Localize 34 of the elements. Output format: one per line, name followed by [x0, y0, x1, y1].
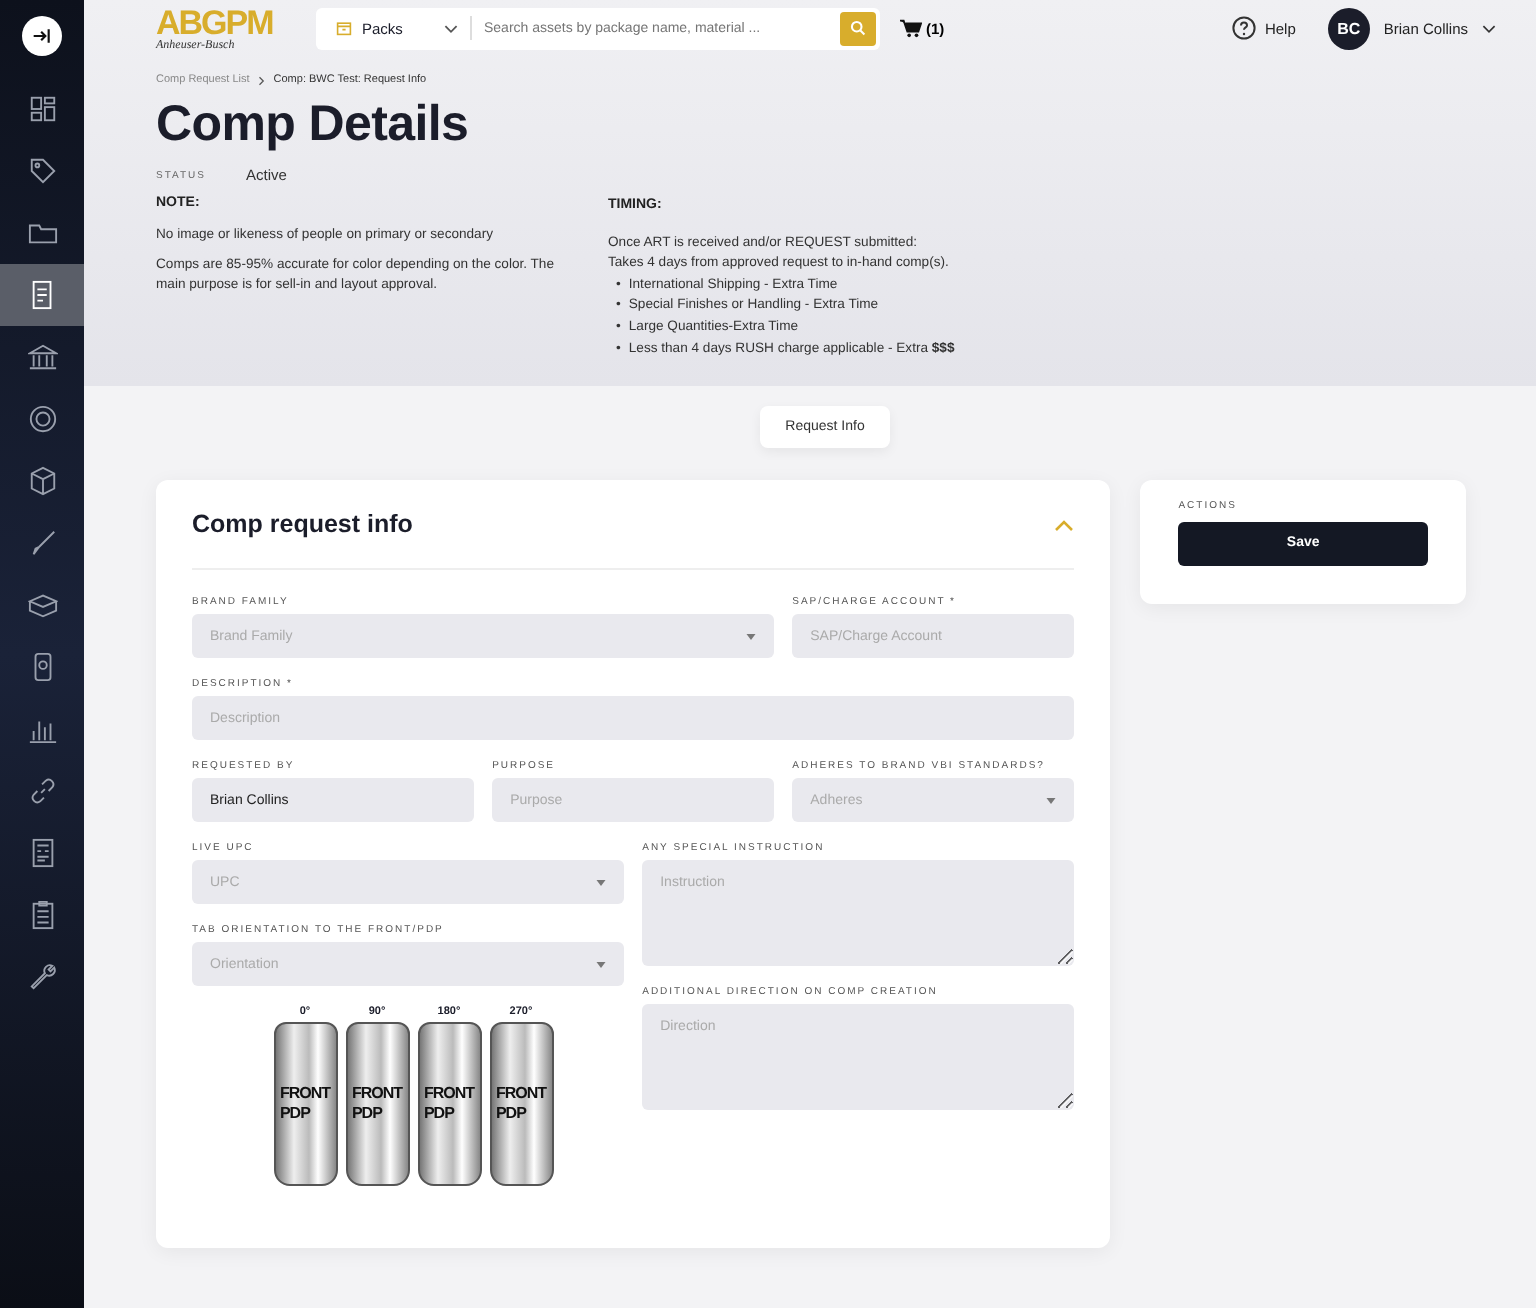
card-title: Comp request info	[192, 510, 413, 538]
caret-down-icon	[596, 961, 607, 967]
chevron-down-icon	[1482, 23, 1496, 33]
can-drawing: FRONT PDP	[273, 1022, 337, 1186]
wrench-icon	[27, 962, 57, 992]
link-icon	[27, 776, 57, 806]
brush-icon	[27, 528, 57, 558]
badge-icon	[27, 404, 57, 434]
cart-icon	[900, 18, 922, 38]
clipboard-icon	[27, 900, 57, 930]
caret-down-icon	[1046, 797, 1057, 803]
search-icon	[850, 20, 866, 36]
caret-down-icon	[596, 879, 607, 885]
expand-sidebar-button[interactable]	[22, 16, 62, 56]
caret-down-icon	[746, 633, 757, 639]
arrow-into-bar-icon	[32, 26, 52, 46]
chevron-down-icon	[444, 23, 458, 33]
box-icon	[27, 466, 57, 496]
tag-icon	[27, 156, 57, 186]
can-drawing: FRONT PDP	[417, 1022, 481, 1186]
dashboard-icon	[27, 94, 57, 124]
document-icon	[27, 838, 57, 868]
package-icon	[27, 590, 57, 620]
can-drawing: FRONT PDP	[345, 1022, 409, 1186]
avatar: BC	[1327, 7, 1370, 49]
box-icon	[336, 20, 352, 36]
sidebar-item[interactable]	[0, 264, 84, 326]
page-title: Comp Details	[156, 96, 471, 154]
bank-icon	[27, 342, 57, 372]
chevron-right-icon	[257, 75, 266, 85]
can-drawing: FRONT PDP	[489, 1022, 553, 1186]
logo-text: ABGPM	[156, 5, 275, 39]
document-icon	[27, 280, 57, 310]
help-icon	[1232, 16, 1257, 40]
